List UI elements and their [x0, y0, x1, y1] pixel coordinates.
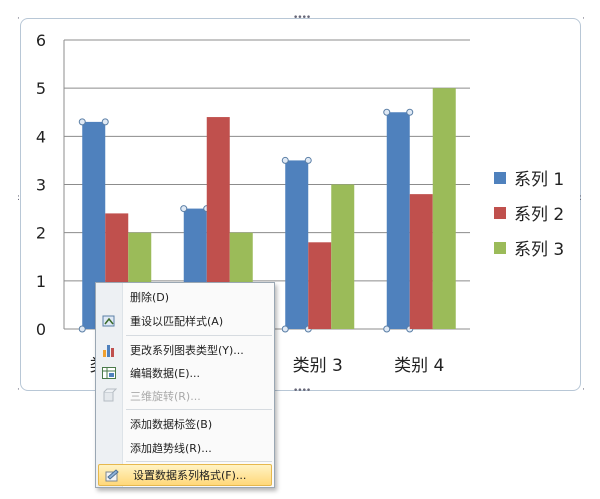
- menu-item-add-data-labels[interactable]: 添加数据标签(B): [96, 413, 274, 435]
- chart-type-icon: [96, 342, 122, 358]
- y-tick-label: 0: [36, 320, 46, 339]
- menu-separator: [126, 409, 272, 410]
- menu-item-label: 删除(D): [130, 291, 170, 304]
- legend-swatch-series-3: [494, 241, 506, 254]
- selection-handle: [281, 156, 289, 164]
- menu-item-label: 重设以匹配样式(A): [130, 315, 224, 328]
- selection-handle: [78, 118, 86, 126]
- context-menu[interactable]: 删除(D) 重设以匹配样式(A) 更改系列图表类型(Y)... 编辑数据(E).…: [95, 282, 275, 488]
- selection-handle: [406, 108, 414, 116]
- 3d-rotation-icon: [96, 388, 122, 404]
- menu-separator: [126, 461, 272, 462]
- selection-handle: [281, 325, 289, 333]
- edit-data-icon: [96, 365, 122, 381]
- reset-style-icon: [96, 313, 122, 329]
- x-tick-label: 类别 4: [394, 356, 444, 376]
- legend-label-series-2: 系列 2: [514, 205, 565, 225]
- bar-series-1-3[interactable]: [285, 160, 309, 329]
- selection-handle: [383, 108, 391, 116]
- y-tick-label: 6: [36, 31, 46, 50]
- y-tick-label: 3: [36, 176, 46, 195]
- menu-item-label: 设置数据系列格式(F)...: [133, 469, 247, 482]
- legend-label-series-1: 系列 1: [514, 170, 565, 190]
- menu-item-3d-rotation[interactable]: 三维旋转(R)...: [96, 385, 274, 407]
- selection-handle: [304, 156, 312, 164]
- legend-swatch-series-1: [494, 171, 506, 184]
- menu-item-label: 添加趋势线(R)...: [130, 442, 212, 455]
- menu-item-add-trendline[interactable]: 添加趋势线(R)...: [96, 437, 274, 459]
- y-tick-label: 1: [36, 272, 46, 291]
- selection-handle: [78, 325, 86, 333]
- legend-item-series-1[interactable]: 系列 1: [494, 160, 564, 195]
- y-tick-label: 2: [36, 224, 46, 243]
- selection-handle: [101, 118, 109, 126]
- selection-handle: [383, 325, 391, 333]
- legend-item-series-2[interactable]: 系列 2: [494, 195, 564, 230]
- x-tick-label: 类别 3: [293, 356, 343, 376]
- y-tick-label: 4: [36, 127, 46, 146]
- menu-item-edit-data[interactable]: 编辑数据(E)...: [96, 362, 274, 384]
- y-tick-label: 5: [36, 79, 46, 98]
- menu-item-label: 添加数据标签(B): [130, 418, 213, 431]
- legend[interactable]: 系列 1 系列 2 系列 3: [494, 160, 564, 265]
- menu-separator: [126, 335, 272, 336]
- bar-series-2-3[interactable]: [308, 242, 332, 329]
- legend-swatch-series-2: [494, 206, 506, 219]
- legend-label-series-3: 系列 3: [514, 240, 565, 260]
- format-series-icon: [99, 467, 125, 483]
- bar-series-1-4[interactable]: [386, 112, 410, 329]
- legend-item-series-3[interactable]: 系列 3: [494, 230, 564, 265]
- menu-item-format-data-series[interactable]: 设置数据系列格式(F)...: [98, 464, 272, 486]
- bar-series-3-4[interactable]: [432, 88, 456, 330]
- bar-series-3-3[interactable]: [331, 184, 355, 330]
- menu-item-label: 编辑数据(E)...: [130, 367, 201, 380]
- menu-item-delete[interactable]: 删除(D): [96, 286, 274, 308]
- menu-item-change-chart-type[interactable]: 更改系列图表类型(Y)...: [96, 339, 274, 361]
- menu-item-label: 三维旋转(R)...: [130, 390, 201, 403]
- bar-series-2-4[interactable]: [409, 194, 433, 329]
- selection-handle: [180, 205, 188, 213]
- menu-item-reset-style[interactable]: 重设以匹配样式(A): [96, 310, 274, 332]
- menu-item-label: 更改系列图表类型(Y)...: [130, 344, 244, 357]
